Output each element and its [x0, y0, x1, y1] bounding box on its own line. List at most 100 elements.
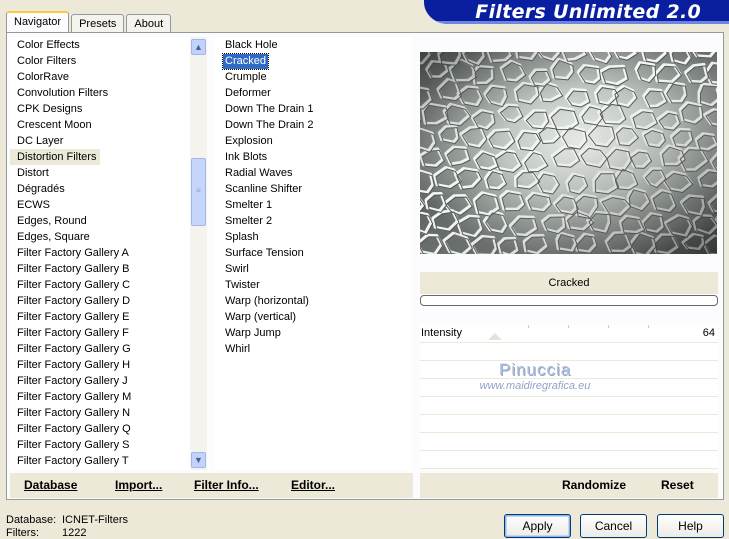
reset-button[interactable]: Reset — [661, 478, 694, 492]
category-item[interactable]: ECWS — [10, 197, 190, 213]
category-label: Filter Factory Gallery N — [17, 407, 131, 419]
category-item[interactable]: Filter Factory Gallery C — [10, 277, 190, 293]
category-label: Filter Factory Gallery Q — [17, 423, 131, 435]
filter-item[interactable]: Smelter 1 — [215, 197, 412, 213]
category-item[interactable]: Filter Factory Gallery H — [10, 357, 190, 373]
category-item[interactable]: Dégradés — [10, 181, 190, 197]
category-item[interactable]: Filter Factory Gallery Q — [10, 421, 190, 437]
category-item[interactable]: Filter Factory Gallery B — [10, 261, 190, 277]
param-value: 64 — [702, 327, 715, 339]
tab-navigator[interactable]: Navigator — [6, 11, 70, 33]
filter-item[interactable]: Whirl — [215, 341, 412, 357]
category-item[interactable]: Distortion Filters — [10, 149, 190, 165]
slider-thumb[interactable] — [488, 333, 502, 340]
filter-item[interactable]: Twister — [215, 277, 412, 293]
apply-button[interactable]: Apply — [504, 514, 571, 538]
scroll-up-icon[interactable]: ▲ — [191, 39, 206, 55]
filter-label: Swirl — [225, 263, 249, 275]
preview-toolbar: Randomize Reset — [420, 473, 718, 498]
title-banner: Filters Unlimited 2.0 — [424, 0, 729, 24]
category-item[interactable]: Filter Factory Gallery N — [10, 405, 190, 421]
filter-item[interactable]: Surface Tension — [215, 245, 412, 261]
filter-item[interactable]: Scanline Shifter — [215, 181, 412, 197]
category-list[interactable]: Color Effects Color Filters ColorRave Convo… — [10, 37, 190, 470]
import-button[interactable]: Import... — [115, 478, 162, 492]
filter-item[interactable]: Ink Blots — [215, 149, 412, 165]
category-item[interactable]: Filter Factory Gallery S — [10, 437, 190, 453]
category-item[interactable]: DC Layer — [10, 133, 190, 149]
category-label: ColorRave — [17, 71, 69, 83]
navigator-toolbar: Database Import... Filter Info... Editor… — [10, 473, 413, 498]
category-label: Edges, Square — [17, 231, 90, 243]
category-item[interactable]: Filter Factory Gallery T — [10, 453, 190, 469]
filter-item[interactable]: Swirl — [215, 261, 412, 277]
filter-info-button[interactable]: Filter Info... — [194, 478, 259, 492]
category-item[interactable]: Filter Factory Gallery J — [10, 373, 190, 389]
app-title: Filters Unlimited 2.0 — [475, 1, 701, 23]
param-label: Intensity — [421, 327, 462, 339]
category-item[interactable]: Filter Factory Gallery A — [10, 245, 190, 261]
cracked-pattern — [420, 52, 717, 254]
tab-strip: Navigator Presets About — [6, 11, 173, 33]
preview-filter-name: Cracked — [420, 272, 718, 294]
slider-tick — [568, 325, 569, 328]
filter-label: Deformer — [225, 87, 271, 99]
param-intensity[interactable]: Intensity 64 — [420, 325, 718, 343]
category-item[interactable]: Edges, Square — [10, 229, 190, 245]
editor-button[interactable]: Editor... — [291, 478, 335, 492]
category-label: Color Filters — [17, 55, 77, 67]
filter-label: Warp (horizontal) — [225, 295, 309, 307]
category-label: Filter Factory Gallery G — [17, 343, 131, 355]
filter-item[interactable]: Warp (horizontal) — [215, 293, 412, 309]
category-item[interactable]: Distort — [10, 165, 190, 181]
help-button[interactable]: Help — [657, 514, 724, 538]
filter-item[interactable]: Down The Drain 1 — [215, 101, 412, 117]
tab-about[interactable]: About — [126, 14, 172, 33]
scroll-thumb[interactable]: ≡ — [191, 158, 206, 226]
category-item[interactable]: Color Filters — [10, 53, 190, 69]
filter-label: Scanline Shifter — [225, 183, 303, 195]
filter-item[interactable]: Smelter 2 — [215, 213, 412, 229]
filter-item[interactable]: Radial Waves — [215, 165, 412, 181]
slider-tick — [528, 325, 529, 328]
category-item[interactable]: ColorRave — [10, 69, 190, 85]
category-item[interactable]: CPK Designs — [10, 101, 190, 117]
category-scrollbar[interactable]: ▲ ≡ ▼ — [190, 37, 207, 470]
filter-label: Ink Blots — [225, 151, 268, 163]
category-item[interactable]: Edges, Round — [10, 213, 190, 229]
category-label: Filter Factory Gallery E — [17, 311, 130, 323]
filter-item[interactable]: Deformer — [215, 85, 412, 101]
category-item[interactable]: Filter Factory Gallery F — [10, 325, 190, 341]
category-item[interactable]: Filter Factory Gallery G — [10, 341, 190, 357]
category-item[interactable]: Filter Factory Gallery D — [10, 293, 190, 309]
filter-item[interactable]: Crumple — [215, 69, 412, 85]
category-item[interactable]: Convolution Filters — [10, 85, 190, 101]
filter-label: Radial Waves — [225, 167, 293, 179]
filter-item[interactable]: Warp (vertical) — [215, 309, 412, 325]
category-item[interactable]: Color Effects — [10, 37, 190, 53]
randomize-button[interactable]: Randomize — [562, 478, 626, 492]
database-button[interactable]: Database — [24, 478, 77, 492]
watermark: Pinuccia www.maidiregrafica.eu — [430, 360, 640, 392]
category-label: ECWS — [17, 199, 50, 211]
filter-label: Splash — [225, 231, 259, 243]
cancel-button[interactable]: Cancel — [580, 514, 647, 538]
filter-item[interactable]: Splash — [215, 229, 412, 245]
category-item[interactable]: Crescent Moon — [10, 117, 190, 133]
category-item[interactable]: Filter Factory Gallery E — [10, 309, 190, 325]
database-value: ICNET-Filters — [62, 514, 128, 526]
category-label: Filter Factory Gallery C — [17, 279, 131, 291]
category-label: Filter Factory Gallery B — [17, 263, 130, 275]
filter-item[interactable]: Black Hole — [215, 37, 412, 53]
filter-list[interactable]: Black Hole Cracked Crumple Deformer Down The… — [215, 37, 412, 470]
filter-item[interactable]: Cracked — [215, 53, 412, 70]
filter-item[interactable]: Down The Drain 2 — [215, 117, 412, 133]
category-label: Color Effects — [17, 39, 80, 51]
tab-presets[interactable]: Presets — [71, 14, 125, 33]
scroll-down-icon[interactable]: ▼ — [191, 452, 206, 468]
slider-tick — [648, 325, 649, 328]
filter-item[interactable]: Warp Jump — [215, 325, 412, 341]
filter-item[interactable]: Explosion — [215, 133, 412, 149]
category-label: Dégradés — [17, 183, 65, 195]
category-item[interactable]: Filter Factory Gallery M — [10, 389, 190, 405]
